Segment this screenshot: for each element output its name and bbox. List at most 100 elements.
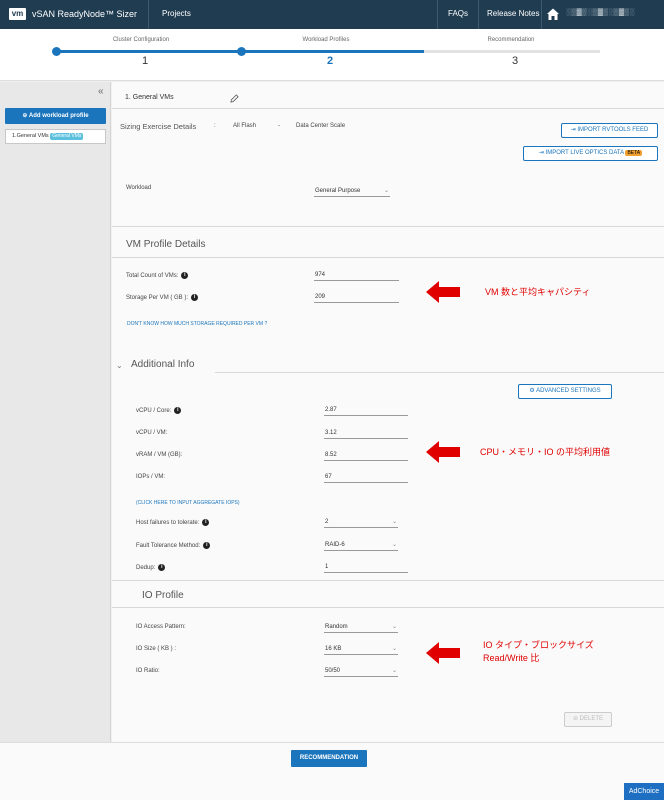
io-ratio-select[interactable]: 50/50 ⌄ <box>324 666 398 677</box>
storage-per-vm-label: Storage Per VM ( GB ): i <box>126 294 199 302</box>
collapse-sidebar-icon[interactable]: « <box>98 86 104 97</box>
divider <box>112 580 664 581</box>
footer: RECOMMENDATION AdChoice <box>0 742 664 800</box>
red-arrow-icon <box>426 642 460 664</box>
io-pattern-select[interactable]: Random ⌄ <box>324 622 398 633</box>
ft-method-label-text: Fault Tolerance Method: <box>136 543 201 550</box>
iops-vm-input[interactable]: 67 <box>324 472 408 483</box>
host-failures-select[interactable]: 2 ⌄ <box>324 517 398 528</box>
home-icon[interactable] <box>546 7 560 21</box>
dedup-label-text: Dedup: <box>136 565 156 572</box>
io-size-label: IO Size ( KB ) : <box>136 646 177 652</box>
import-rvtools-button[interactable]: ⇥ IMPORT RVTOOLS FEED <box>561 123 658 138</box>
sizing-colon: : <box>214 123 216 129</box>
vram-vm-label: vRAM / VM (GB): <box>136 452 183 458</box>
sizing-flash-type: All Flash <box>233 123 257 129</box>
progress-stepper: Cluster Configuration Workload Profiles … <box>0 29 664 81</box>
vcpu-core-input[interactable]: 2.87 <box>324 405 408 416</box>
io-profile-title: IO Profile <box>142 590 184 601</box>
edit-pencil-icon[interactable] <box>230 94 239 103</box>
dedup-label: Dedup: i <box>136 564 166 572</box>
storage-help-link[interactable]: DON'T KNOW HOW MUCH STORAGE REQUIRED PER… <box>127 321 267 327</box>
io-ratio-label: IO Ratio: <box>136 668 160 674</box>
info-icon[interactable]: i <box>181 272 189 279</box>
info-icon[interactable]: i <box>203 542 211 549</box>
top-navigation-bar: vm vSAN ReadyNode™ Sizer Projects FAQs R… <box>0 0 664 29</box>
nav-projects[interactable]: Projects <box>162 9 191 18</box>
step-1-dot[interactable] <box>52 47 61 56</box>
step-1-label: Cluster Configuration <box>112 37 170 43</box>
recommendation-button[interactable]: RECOMMENDATION <box>291 750 367 767</box>
chevron-down-icon: ⌄ <box>391 624 397 630</box>
gear-icon: ⚙ <box>529 388 535 394</box>
ft-method-label: Fault Tolerance Method: i <box>136 542 211 550</box>
aggregate-iops-link[interactable]: (CLICK HERE TO INPUT AGGREGATE IOPS) <box>136 500 240 506</box>
nav-divider <box>478 0 479 29</box>
import-live-optics-button[interactable]: ⇥ IMPORT LIVE OPTICS DATA BETA <box>523 146 658 161</box>
add-workload-label: Add workload profile <box>28 113 89 119</box>
info-icon[interactable]: i <box>202 519 210 526</box>
storage-per-vm-input[interactable]: 209 <box>314 292 399 303</box>
vcpu-core-label-text: vCPU / Core: <box>136 408 172 415</box>
chevron-down-icon: ⌄ <box>391 668 397 674</box>
adchoice-button[interactable]: AdChoice <box>624 783 664 800</box>
profile-title: 1. General VMs <box>125 94 174 101</box>
step-1-number[interactable]: 1 <box>125 55 165 67</box>
sizing-separator: - <box>278 123 280 129</box>
workload-profile-item[interactable]: 1.General VMs General VMs <box>5 129 106 144</box>
ft-method-value: RAID-6 <box>325 542 345 548</box>
total-vms-input[interactable]: 974 <box>314 270 399 281</box>
workload-select[interactable]: General Purpose ⌄ <box>314 186 390 197</box>
import-live-optics-label: IMPORT LIVE OPTICS DATA <box>545 150 624 156</box>
ft-method-select[interactable]: RAID-6 ⌄ <box>324 540 398 551</box>
annotation-io-type: IO タイプ・ブロックサイズ Read/Write 比 <box>483 639 594 665</box>
io-size-select[interactable]: 16 KB ⌄ <box>324 644 398 655</box>
info-icon[interactable]: i <box>158 564 166 571</box>
nav-release-notes[interactable]: Release Notes <box>487 9 539 18</box>
divider <box>112 257 664 258</box>
io-pattern-value: Random <box>325 624 348 630</box>
chevron-down-icon: ⌄ <box>383 188 389 194</box>
workload-label: Workload <box>126 185 152 191</box>
nav-divider <box>437 0 438 29</box>
delete-label: DELETE <box>579 716 604 722</box>
step-3-label: Recommendation <box>487 37 535 43</box>
nav-divider <box>541 0 542 29</box>
io-ratio-value: 50/50 <box>325 668 341 674</box>
step-3-number[interactable]: 3 <box>495 55 535 67</box>
divider <box>215 372 664 373</box>
delete-button[interactable]: ⊘ DELETE <box>564 712 612 727</box>
info-icon[interactable]: i <box>174 407 182 414</box>
storage-per-vm-label-text: Storage Per VM ( GB ): <box>126 295 189 302</box>
info-icon[interactable]: i <box>191 294 199 301</box>
vm-profile-section-title: VM Profile Details <box>126 239 206 250</box>
step-2-dot[interactable] <box>237 47 246 56</box>
workload-select-value: General Purpose <box>315 188 361 194</box>
user-account-name[interactable]: ░▒▓▒░▒▓▒░▒▓▒░ <box>566 9 635 16</box>
advanced-settings-button[interactable]: ⚙ ADVANCED SETTINGS <box>518 384 612 399</box>
import-icon: ⇥ <box>538 150 544 156</box>
divider <box>112 108 664 109</box>
app-title[interactable]: vSAN ReadyNode™ Sizer <box>32 9 137 19</box>
add-workload-profile-button[interactable]: ⊕ Add workload profile <box>5 108 106 124</box>
annotation-vm-capacity: VM 数と平均キャパシティ <box>485 287 591 297</box>
step-2-number[interactable]: 2 <box>310 55 350 67</box>
vram-vm-input[interactable]: 8.52 <box>324 450 408 461</box>
chevron-down-icon: ⌄ <box>391 646 397 652</box>
vcpu-vm-input[interactable]: 3.12 <box>324 428 408 439</box>
workload-form: 1. General VMs Sizing Exercise Details :… <box>112 82 664 742</box>
total-vms-label-text: Total Count of VMs: <box>126 273 179 280</box>
nav-faqs[interactable]: FAQs <box>448 9 468 18</box>
red-arrow-icon <box>426 441 460 463</box>
plus-circle-icon: ⊕ <box>22 113 28 119</box>
annotation-cpu-mem-io: CPU・メモリ・IO の平均利用値 <box>480 447 611 457</box>
nav-divider <box>148 0 149 29</box>
vcpu-vm-label: vCPU / VM: <box>136 430 168 436</box>
collapse-chevron-icon[interactable]: ⌄ <box>116 361 123 370</box>
sizing-exercise-label: Sizing Exercise Details <box>120 122 197 131</box>
dedup-input[interactable]: 1 <box>324 562 408 573</box>
red-arrow-icon <box>426 281 460 303</box>
import-rvtools-label: IMPORT RVTOOLS FEED <box>577 127 649 133</box>
beta-badge: BETA <box>625 150 643 156</box>
host-failures-value: 2 <box>325 519 329 525</box>
